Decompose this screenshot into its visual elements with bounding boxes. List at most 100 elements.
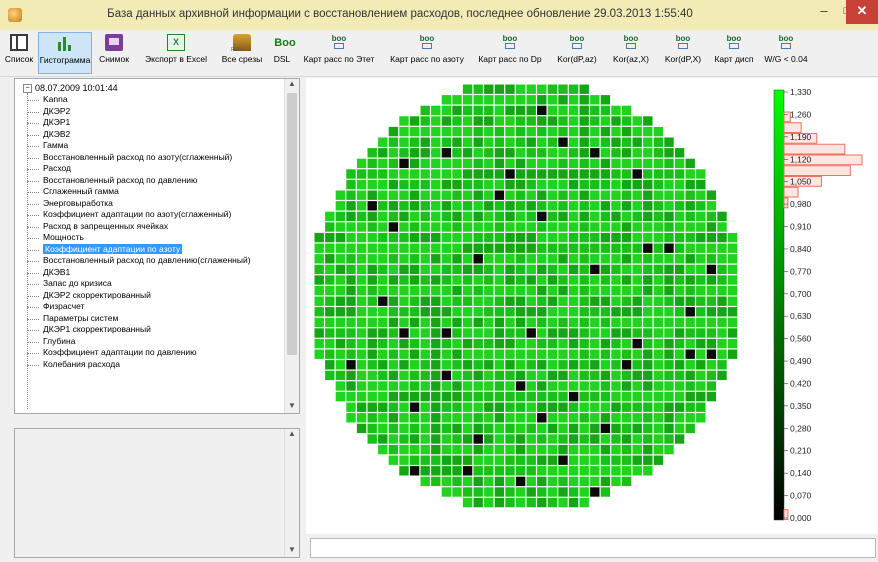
core-cell[interactable] — [653, 137, 664, 147]
core-cell[interactable] — [590, 476, 600, 487]
core-cell[interactable] — [579, 307, 589, 317]
core-cell[interactable] — [388, 232, 399, 243]
info-scrollbar[interactable]: ▲ ▼ — [284, 429, 299, 557]
core-cell[interactable] — [717, 264, 727, 275]
core-cell[interactable] — [526, 497, 536, 508]
core-cell[interactable] — [696, 360, 706, 370]
core-cell[interactable] — [547, 434, 558, 444]
core-cell[interactable] — [494, 444, 505, 455]
core-cell[interactable] — [420, 243, 430, 253]
core-cell[interactable] — [462, 243, 473, 253]
core-cell[interactable] — [674, 158, 685, 169]
core-cell[interactable] — [537, 413, 547, 423]
core-cell[interactable] — [515, 296, 526, 306]
core-cell[interactable] — [431, 328, 441, 338]
core-cell[interactable] — [452, 307, 462, 317]
core-cell[interactable] — [653, 444, 664, 455]
core-cell[interactable] — [632, 126, 642, 137]
core-cell[interactable] — [409, 349, 420, 359]
core-cell[interactable] — [621, 317, 632, 328]
core-cell[interactable] — [696, 285, 706, 296]
core-cell[interactable] — [611, 328, 621, 338]
core-cell[interactable] — [515, 222, 526, 232]
core-cell[interactable] — [632, 296, 642, 306]
core-cell[interactable] — [653, 169, 664, 179]
core-cell[interactable] — [378, 264, 388, 275]
core-cell[interactable] — [378, 158, 388, 169]
core-cell[interactable] — [314, 317, 324, 328]
core-cell[interactable] — [367, 423, 377, 434]
core-cell[interactable] — [674, 349, 685, 359]
core-cell[interactable] — [590, 349, 600, 359]
core-cell[interactable] — [431, 275, 441, 285]
core-cell[interactable] — [568, 391, 579, 402]
core-cell[interactable] — [388, 296, 399, 306]
core-cell[interactable] — [547, 423, 558, 434]
core-cell[interactable] — [526, 349, 536, 359]
core-cell[interactable] — [399, 466, 409, 476]
core-cell[interactable] — [473, 254, 483, 264]
core-cell[interactable] — [568, 254, 579, 264]
core-cell[interactable] — [568, 307, 579, 317]
core-cell[interactable] — [547, 381, 558, 391]
core-cell[interactable] — [399, 243, 409, 253]
core-cell[interactable] — [526, 243, 536, 253]
core-cell[interactable] — [367, 360, 377, 370]
core-cell[interactable] — [653, 158, 664, 169]
core-cell[interactable] — [696, 381, 706, 391]
core-cell[interactable] — [611, 413, 621, 423]
core-cell[interactable] — [643, 148, 653, 158]
core-cell[interactable] — [590, 148, 600, 158]
core-cell[interactable] — [643, 254, 653, 264]
core-cell[interactable] — [314, 275, 324, 285]
core-cell[interactable] — [505, 158, 515, 169]
core-cell[interactable] — [388, 338, 399, 349]
core-cell[interactable] — [547, 84, 558, 94]
core-cell[interactable] — [674, 179, 685, 190]
core-cell[interactable] — [473, 476, 483, 487]
core-cell[interactable] — [346, 169, 356, 179]
core-cell[interactable] — [643, 444, 653, 455]
core-cell[interactable] — [674, 211, 685, 222]
core-cell[interactable] — [515, 158, 526, 169]
core-cell[interactable] — [579, 487, 589, 497]
core-cell[interactable] — [600, 211, 611, 222]
core-cell[interactable] — [547, 137, 558, 147]
core-cell[interactable] — [462, 201, 473, 211]
core-cell[interactable] — [632, 254, 642, 264]
core-cell[interactable] — [399, 222, 409, 232]
core-cell[interactable] — [579, 466, 589, 476]
core-cell[interactable] — [409, 179, 420, 190]
all-slices-button[interactable]: Все срезы — [218, 32, 266, 72]
core-cell[interactable] — [590, 201, 600, 211]
core-cell[interactable] — [484, 444, 494, 455]
core-cell[interactable] — [420, 201, 430, 211]
tree-item[interactable]: Мощность — [27, 232, 251, 244]
core-cell[interactable] — [473, 158, 483, 169]
core-cell[interactable] — [473, 328, 483, 338]
core-cell[interactable] — [441, 126, 452, 137]
core-cell[interactable] — [356, 413, 367, 423]
kor-dp-az-button[interactable]: boo Kor(dP,az) — [550, 32, 604, 72]
core-cell[interactable] — [452, 232, 462, 243]
core-cell[interactable] — [653, 349, 664, 359]
core-cell[interactable] — [515, 116, 526, 126]
core-cell[interactable] — [590, 285, 600, 296]
list-button[interactable]: Список — [2, 32, 36, 72]
core-cell[interactable] — [653, 179, 664, 190]
core-cell[interactable] — [685, 211, 695, 222]
core-cell[interactable] — [579, 179, 589, 190]
core-cell[interactable] — [388, 413, 399, 423]
core-cell[interactable] — [643, 190, 653, 200]
core-cell[interactable] — [420, 116, 430, 126]
core-cell[interactable] — [590, 105, 600, 116]
core-cell[interactable] — [484, 402, 494, 412]
core-cell[interactable] — [431, 211, 441, 222]
core-cell[interactable] — [568, 148, 579, 158]
core-cell[interactable] — [378, 307, 388, 317]
core-cell[interactable] — [621, 190, 632, 200]
core-cell[interactable] — [399, 455, 409, 465]
scroll-up-icon[interactable]: ▲ — [285, 79, 299, 91]
core-cell[interactable] — [579, 370, 589, 381]
core-cell[interactable] — [579, 158, 589, 169]
